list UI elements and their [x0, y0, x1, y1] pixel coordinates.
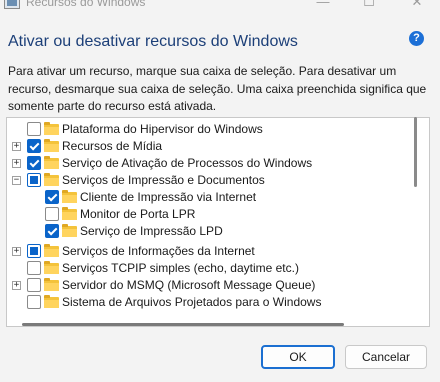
feature-label: Monitor de Porta LPR: [80, 207, 196, 221]
feature-label: Servidor do MSMQ (Microsoft Message Queu…: [62, 278, 316, 292]
maximize-button[interactable]: ☐: [346, 0, 392, 16]
cancel-button[interactable]: Cancelar: [345, 345, 427, 369]
expand-icon[interactable]: +: [12, 142, 21, 151]
feature-label: Serviço de Impressão LPD: [80, 224, 223, 238]
folder-icon: [44, 139, 59, 152]
tree-item[interactable]: Cliente de Impressão via Internet: [7, 189, 407, 206]
folder-icon: [44, 173, 59, 186]
tree-item[interactable]: Serviços TCPIP simples (echo, daytime et…: [7, 260, 407, 277]
expand-icon[interactable]: +: [12, 247, 21, 256]
feature-label: Sistema de Arquivos Projetados para o Wi…: [62, 295, 322, 309]
window-title: Recursos do Windows: [26, 0, 146, 9]
page-title: Ativar ou desativar recursos do Windows: [8, 33, 298, 50]
tree-item[interactable]: − Serviços de Impressão e Documentos: [7, 172, 407, 189]
feature-checkbox[interactable]: [27, 139, 41, 153]
collapse-icon[interactable]: −: [12, 176, 21, 185]
feature-checkbox[interactable]: [45, 207, 59, 221]
vertical-scrollbar[interactable]: [414, 117, 417, 187]
folder-icon: [62, 224, 77, 237]
tree-item[interactable]: Monitor de Porta LPR: [7, 206, 407, 223]
feature-label: Cliente de Impressão via Internet: [80, 190, 257, 204]
tree-item[interactable]: + Serviço de Ativação de Processos do Wi…: [7, 155, 407, 172]
close-button[interactable]: ✕: [394, 0, 440, 16]
title-bar: Recursos do Windows — ☐ ✕: [0, 0, 440, 22]
ok-button[interactable]: OK: [261, 345, 335, 369]
feature-label: Recursos de Mídia: [62, 139, 163, 153]
feature-label: Plataforma do Hipervisor do Windows: [62, 122, 263, 136]
folder-icon: [44, 278, 59, 291]
feature-checkbox[interactable]: [45, 190, 59, 204]
feature-label: Serviço de Ativação de Processos do Wind…: [62, 156, 313, 170]
folder-icon: [62, 190, 77, 203]
tree-item[interactable]: Serviço de Impressão LPD: [7, 223, 407, 240]
tree-item[interactable]: + Servidor do MSMQ (Microsoft Message Qu…: [7, 277, 407, 294]
feature-checkbox[interactable]: [27, 261, 41, 275]
folder-icon: [62, 207, 77, 220]
tree-item[interactable]: Plataforma do Hipervisor do Windows: [7, 121, 407, 138]
tree-item[interactable]: + Serviços de Informações da Internet: [7, 243, 407, 260]
feature-label: Serviços TCPIP simples (echo, daytime et…: [62, 261, 299, 275]
feature-checkbox[interactable]: [27, 295, 41, 309]
folder-icon: [44, 261, 59, 274]
help-icon[interactable]: ?: [409, 31, 424, 46]
folder-icon: [44, 156, 59, 169]
expand-icon[interactable]: +: [12, 159, 21, 168]
feature-checkbox[interactable]: [27, 278, 41, 292]
feature-checkbox[interactable]: [45, 224, 59, 238]
folder-icon: [44, 122, 59, 135]
description-text: Para ativar um recurso, marque sua caixa…: [8, 64, 427, 113]
feature-checkbox[interactable]: [27, 122, 41, 136]
folder-icon: [44, 244, 59, 257]
folder-icon: [44, 295, 59, 308]
features-tree: Plataforma do Hipervisor do Windows + Re…: [6, 117, 430, 327]
feature-checkbox[interactable]: [27, 156, 41, 170]
feature-checkbox[interactable]: [27, 173, 41, 187]
expand-icon[interactable]: +: [12, 281, 21, 290]
tree-item[interactable]: Sistema de Arquivos Projetados para o Wi…: [7, 294, 407, 311]
window-app-icon: [4, 0, 20, 9]
feature-checkbox[interactable]: [27, 244, 41, 258]
horizontal-scrollbar[interactable]: [22, 323, 344, 326]
feature-label: Serviços de Informações da Internet: [62, 244, 255, 258]
minimize-button[interactable]: —: [300, 0, 346, 16]
feature-label: Serviços de Impressão e Documentos: [62, 173, 265, 187]
tree-item[interactable]: + Recursos de Mídia: [7, 138, 407, 155]
